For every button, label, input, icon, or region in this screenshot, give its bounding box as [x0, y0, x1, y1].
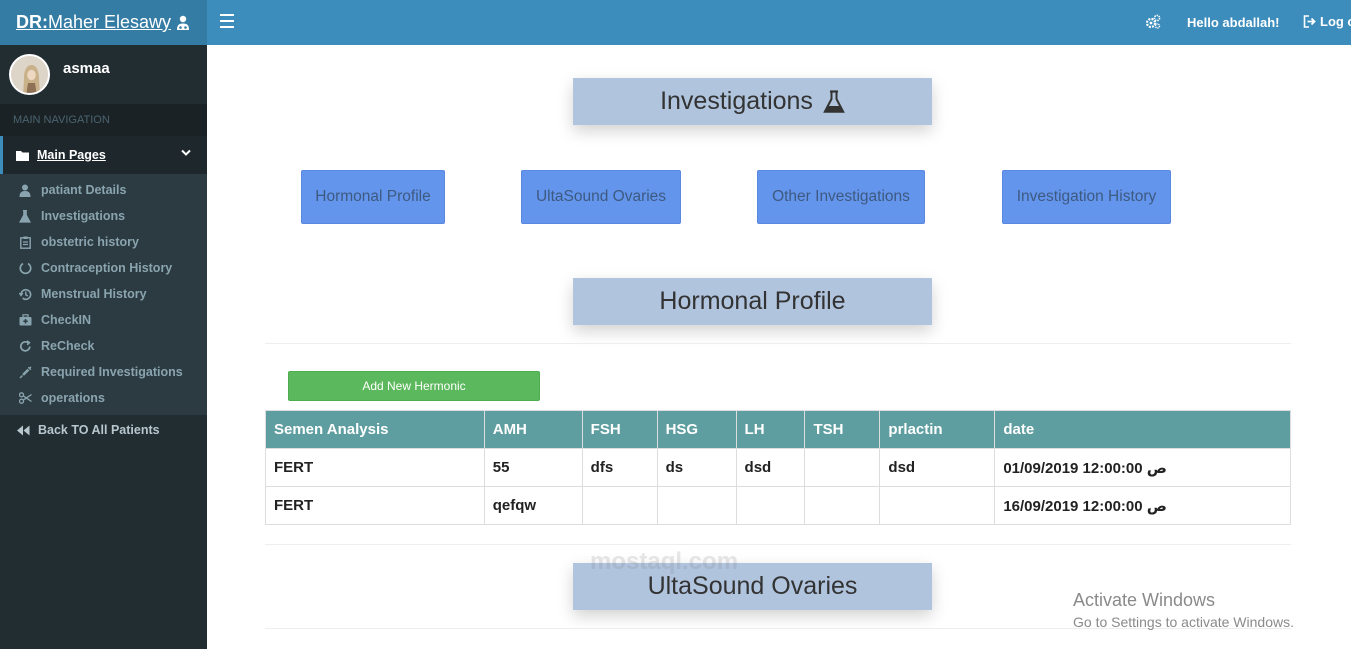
hormonal-profile-table: Semen Analysis AMH FSH HSG LH TSH prlact… — [265, 410, 1291, 525]
syringe-icon — [18, 365, 32, 379]
folder-icon — [16, 150, 29, 161]
ultrasound-ovaries-title: UltaSound Ovaries — [573, 563, 932, 610]
activate-windows-subtitle: Go to Settings to activate Windows. — [1073, 614, 1294, 630]
table-cell — [656, 486, 737, 525]
sidebar-item-operations[interactable]: operations — [0, 385, 207, 411]
logout-label: Log out — [1320, 14, 1351, 29]
table-cell: 01/09/2019 12:00:00 ص — [994, 448, 1291, 487]
hormonal-profile-title-text: Hormonal Profile — [659, 287, 846, 315]
sign-out-icon — [1303, 15, 1316, 28]
circle-notch-icon — [18, 261, 32, 275]
table-row: FERT 55 dfs ds dsd dsd 01/09/2019 12:00:… — [265, 448, 1291, 487]
divider — [265, 343, 1291, 344]
top-navbar: Hello abdallah! Log out — [207, 0, 1351, 45]
avatar — [9, 54, 50, 95]
back-to-all-patients-link[interactable]: Back TO All Patients — [0, 415, 207, 445]
table-cell — [879, 486, 996, 525]
table-cell — [735, 486, 806, 525]
user-name: asmaa — [63, 60, 110, 77]
sidebar-item-label: obstetric history — [41, 235, 139, 249]
sidebar-item-contraception-history[interactable]: Contraception History — [0, 255, 207, 281]
table-cell — [581, 486, 658, 525]
brand-logo[interactable]: DR: Maher Elesawy — [0, 0, 207, 45]
table-header-row: Semen Analysis AMH FSH HSG LH TSH prlact… — [265, 410, 1291, 449]
table-cell: dsd — [735, 448, 806, 487]
sidebar-item-label: CheckIN — [41, 313, 92, 327]
table-cell — [804, 486, 881, 525]
history-icon — [18, 287, 32, 301]
sidebar-item-label: patiant Details — [41, 183, 127, 197]
menu-main-pages[interactable]: Main Pages — [0, 136, 207, 174]
hormonal-profile-title: Hormonal Profile — [573, 278, 932, 325]
column-header: date — [994, 410, 1291, 449]
redo-icon — [18, 339, 32, 353]
sidebar-item-label: Investigations — [41, 209, 126, 223]
nav-header: MAIN NAVIGATION — [0, 104, 207, 136]
sidebar-item-label: Menstrual History — [41, 287, 147, 301]
column-header: FSH — [581, 410, 658, 449]
scissors-icon — [18, 391, 32, 405]
sidebar-item-menstrual-history[interactable]: Menstrual History — [0, 281, 207, 307]
investigations-title: Investigations — [573, 78, 932, 125]
table-cell: ds — [656, 448, 737, 487]
column-header: TSH — [804, 410, 881, 449]
column-header: HSG — [656, 410, 737, 449]
sidebar-item-patiant-details[interactable]: patiant Details — [0, 177, 207, 203]
gears-icon[interactable] — [1145, 14, 1161, 30]
add-new-hermonic-button[interactable]: Add New Hermonic — [288, 371, 540, 401]
flask-icon — [823, 89, 845, 113]
flask-icon — [18, 209, 32, 223]
investigation-history-button[interactable]: Investigation History — [1002, 170, 1171, 224]
activate-windows-title: Activate Windows — [1073, 590, 1216, 610]
sidebar-item-obstetric-history[interactable]: obstetric history — [0, 229, 207, 255]
user-greeting[interactable]: Hello abdallah! — [1187, 15, 1279, 30]
column-header: AMH — [483, 410, 583, 449]
sidebar-item-investigations[interactable]: Investigations — [0, 203, 207, 229]
column-header: Semen Analysis — [265, 410, 485, 449]
sidebar-item-label: operations — [41, 391, 105, 405]
divider — [265, 544, 1291, 545]
sidebar-item-label: Required Investigations — [41, 365, 183, 379]
table-cell — [804, 448, 881, 487]
other-investigations-button[interactable]: Other Investigations — [757, 170, 925, 224]
briefcase-medical-icon — [18, 313, 32, 327]
sidebar-toggle-icon[interactable] — [220, 14, 234, 28]
sidebar-item-recheck[interactable]: ReCheck — [0, 333, 207, 359]
column-header: prlactin — [879, 410, 996, 449]
table-cell: dsd — [879, 448, 996, 487]
hormonal-profile-button[interactable]: Hormonal Profile — [301, 170, 445, 224]
sidebar-item-required-investigations[interactable]: Required Investigations — [0, 359, 207, 385]
user-icon — [18, 183, 32, 197]
table-row: FERT qefqw 16/09/2019 12:00:00 ص — [265, 486, 1291, 525]
back-to-all-patients-label: Back TO All Patients — [38, 423, 160, 437]
sidebar-item-checkin[interactable]: CheckIN — [0, 307, 207, 333]
ultrasound-ovaries-button[interactable]: UltaSound Ovaries — [521, 170, 681, 224]
table-cell: dfs — [581, 448, 658, 487]
sidebar-item-label: ReCheck — [41, 339, 95, 353]
sidebar: asmaa MAIN NAVIGATION Main Pages patiant… — [0, 45, 207, 649]
table-cell: 55 — [483, 448, 583, 487]
clipboard-icon — [18, 235, 32, 249]
table-cell: FERT — [265, 486, 485, 525]
table-cell: 16/09/2019 12:00:00 ص — [994, 486, 1291, 525]
user-md-icon — [177, 15, 190, 30]
backward-icon — [16, 425, 30, 436]
brand-name: Maher Elesawy — [47, 12, 172, 32]
activate-windows-notice: Activate Windows Go to Settings to activ… — [1073, 590, 1294, 630]
investigations-title-text: Investigations — [660, 87, 813, 115]
submenu: patiant Details Investigations obstetric… — [0, 174, 207, 415]
table-cell: qefqw — [483, 486, 583, 525]
menu-main-pages-label: Main Pages — [37, 148, 106, 162]
chevron-down-icon — [181, 149, 191, 156]
ultrasound-ovaries-title-text: UltaSound Ovaries — [647, 572, 858, 600]
brand-prefix: DR: — [15, 12, 48, 32]
logout-button[interactable]: Log out — [1303, 14, 1351, 29]
sidebar-item-label: Contraception History — [41, 261, 173, 275]
column-header: LH — [735, 410, 806, 449]
user-panel: asmaa — [0, 45, 207, 104]
table-cell: FERT — [265, 448, 485, 487]
